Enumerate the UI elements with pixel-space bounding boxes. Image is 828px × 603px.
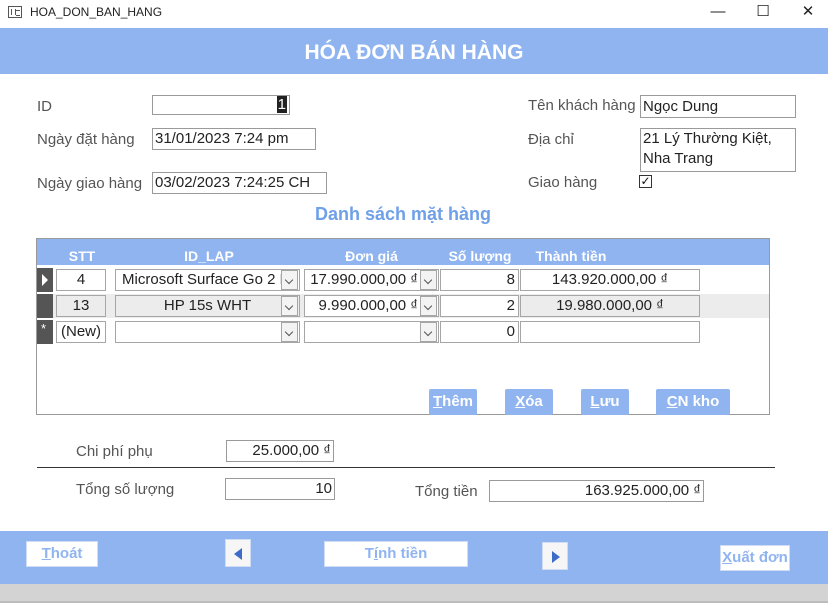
customer-field[interactable]: Ngọc Dung <box>640 95 796 118</box>
chevron-down-icon[interactable] <box>281 322 298 342</box>
col-thanh-tien: Thành tiền <box>535 248 607 264</box>
chevron-down-icon[interactable] <box>420 270 437 290</box>
cell-so-luong[interactable]: 2 <box>440 295 519 317</box>
record-selector[interactable] <box>37 268 53 292</box>
arrow-left-icon <box>234 548 242 560</box>
cell-don-gia[interactable]: 17.990.000,00 ₫ <box>304 269 439 291</box>
address-field[interactable]: 21 Lý Thường Kiệt, Nha Trang <box>640 128 796 172</box>
col-so-luong: Số lượng <box>448 248 512 264</box>
update-stock-button[interactable]: CN kho <box>656 389 730 415</box>
cell-don-gia[interactable]: 9.990.000,00 ₫ <box>304 295 439 317</box>
id-value: 1 <box>276 96 287 113</box>
form-title: HÓA ĐƠN BÁN HÀNG <box>304 41 524 64</box>
cell-so-luong[interactable]: 8 <box>440 269 519 291</box>
form-header: HÓA ĐƠN BÁN HÀNG <box>0 28 828 74</box>
chevron-down-icon[interactable] <box>281 270 298 290</box>
col-stt: STT <box>68 248 96 264</box>
maximize-button[interactable]: ☐ <box>743 0 783 24</box>
total-amount-field[interactable]: 163.925.000,00 ₫ <box>489 480 704 502</box>
order-date-field[interactable]: 31/01/2023 7:24 pm <box>152 128 316 150</box>
chevron-down-icon[interactable] <box>420 296 437 316</box>
address-line-1: 21 Lý Thường Kiệt, <box>643 130 772 147</box>
id-field[interactable]: 1 <box>152 95 290 115</box>
items-title: Danh sách mặt hàng <box>314 204 492 224</box>
cell-id-lap[interactable] <box>115 321 300 343</box>
items-subform: STT ID_LAP Đơn giá Số lượng Thành tiền 4… <box>36 238 770 415</box>
cell-thanh-tien[interactable]: 143.920.000,00 ₫ <box>520 269 700 291</box>
next-record-button[interactable] <box>542 542 568 570</box>
cell-so-luong[interactable]: 0 <box>440 321 519 343</box>
order-date-label: Ngày đặt hàng <box>37 131 135 148</box>
col-id-lap: ID_LAP <box>184 248 234 264</box>
divider <box>37 467 775 468</box>
cell-thanh-tien[interactable] <box>520 321 700 343</box>
arrow-right-icon <box>552 551 560 563</box>
form-footer: Thoát Tính tiền Xuất đơn <box>0 531 828 584</box>
extra-cost-field[interactable]: 25.000,00 ₫ <box>226 440 334 462</box>
extra-cost-label: Chi phí phụ <box>76 443 153 460</box>
record-selector[interactable] <box>37 294 53 318</box>
delivered-checkbox[interactable]: ✓ <box>639 175 652 188</box>
cell-id-lap[interactable]: HP 15s WHT <box>115 295 300 317</box>
window-titlebar: HOA_DON_BAN_HANG — ☐ ✕ <box>0 0 828 26</box>
cell-stt[interactable]: 13 <box>56 295 106 317</box>
add-button[interactable]: Thêm <box>429 389 477 415</box>
bottom-strip <box>0 584 828 603</box>
export-invoice-button[interactable]: Xuất đơn <box>720 545 790 571</box>
calculate-button[interactable]: Tính tiền <box>324 541 468 567</box>
chevron-down-icon[interactable] <box>281 296 298 316</box>
form-icon <box>8 6 22 18</box>
delivered-label: Giao hàng <box>528 174 598 191</box>
total-amount-label: Tổng tiền <box>415 483 478 500</box>
table-row-new[interactable]: * (New) 0 <box>37 320 769 344</box>
delete-button[interactable]: Xóa <box>505 389 553 415</box>
delivery-date-field[interactable]: 03/02/2023 7:24:25 CH <box>152 172 327 194</box>
cell-id-lap[interactable]: Microsoft Surface Go 2 Bl <box>115 269 300 291</box>
cell-stt[interactable]: (New) <box>56 321 106 343</box>
cell-thanh-tien[interactable]: 19.980.000,00 ₫ <box>520 295 700 317</box>
window-title: HOA_DON_BAN_HANG <box>30 5 163 19</box>
record-selector[interactable]: * <box>37 320 53 344</box>
chevron-down-icon[interactable] <box>420 322 437 342</box>
delivery-date-label: Ngày giao hàng <box>37 175 143 192</box>
id-label: ID <box>37 98 52 115</box>
save-button[interactable]: Lưu <box>581 389 629 415</box>
current-record-icon <box>42 274 48 286</box>
cell-stt[interactable]: 4 <box>56 269 106 291</box>
cell-don-gia[interactable] <box>304 321 439 343</box>
total-qty-label: Tổng số lượng <box>76 481 175 498</box>
new-record-icon: * <box>41 321 47 336</box>
previous-record-button[interactable] <box>225 539 251 567</box>
col-don-gia: Đơn giá <box>345 248 398 264</box>
total-qty-field[interactable]: 10 <box>225 478 335 500</box>
table-row[interactable]: 13 HP 15s WHT 9.990.000,00 ₫ 2 19.980.00… <box>37 294 769 318</box>
close-button[interactable]: ✕ <box>788 0 828 24</box>
table-row[interactable]: 4 Microsoft Surface Go 2 Bl 17.990.000,0… <box>37 268 769 292</box>
customer-label: Tên khách hàng <box>528 97 636 114</box>
minimize-button[interactable]: — <box>698 0 738 24</box>
address-label: Địa chỉ <box>528 131 574 148</box>
exit-button[interactable]: Thoát <box>26 541 98 567</box>
address-line-2: Nha Trang <box>643 150 714 167</box>
items-header: STT ID_LAP Đơn giá Số lượng Thành tiền <box>37 239 769 265</box>
